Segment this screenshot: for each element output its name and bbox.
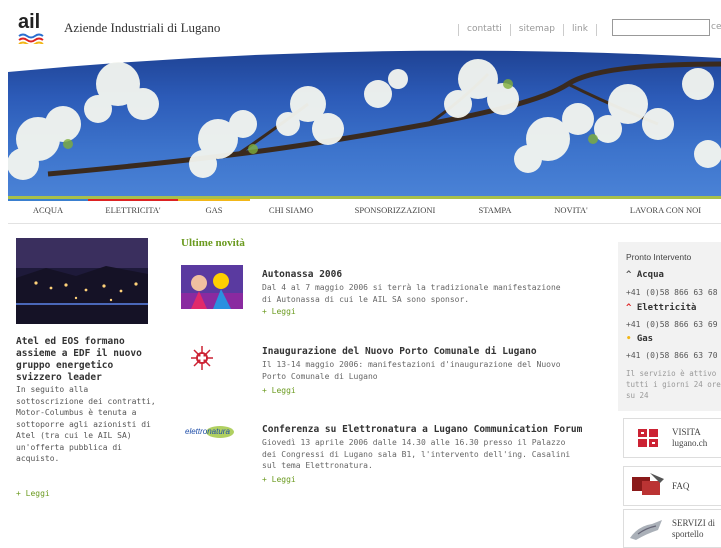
elettronatura-logo[interactable]: elettronatura [184,423,246,439]
news-body: Dal 4 al 7 maggio 2006 si terrà la tradi… [262,283,561,304]
link-sitemap[interactable]: sitemap [519,24,555,36]
faq-label: FAQ [672,481,690,491]
news-leggi-link[interactable]: + Leggi [262,307,296,316]
nav-elettricita-bar [88,199,178,201]
site-title: Aziende Industriali di Lugano [64,20,221,35]
news-title[interactable]: Autonassa 2006 [262,269,342,280]
search-input[interactable] [612,19,710,36]
service-gas: • Gas [626,334,653,344]
servizi-line2: sportello [672,529,704,539]
nav-acqua-label: ACQUA [32,205,64,215]
blossom-branch-image [8,44,721,180]
faq-icon [632,473,664,495]
autonassa-image [181,265,243,309]
nav-acqua[interactable]: ACQUA [8,199,88,223]
service-acqua: ^ Acqua [626,270,664,280]
news-title[interactable]: Conferenza su Elettronatura a Lugano Com… [262,424,582,435]
nav-stampa-label: STAMPA [478,205,512,215]
dam-photo-image [16,238,148,324]
service-note: Il servizio è attivo tutti i giorni 24 o… [626,369,721,400]
nav-sponsorizzazioni[interactable]: SPONSORIZZAZIONI [332,199,458,223]
news-leggi-link[interactable]: + Leggi [262,386,296,395]
nav-gas-bar [178,199,250,201]
lugano-shield-icon [638,429,658,447]
service-gas-phone: +41 (0)58 866 63 70 [626,351,718,360]
top-links: contatti sitemap link [450,24,605,36]
nav-acqua-bar [8,199,88,201]
logo-text: ail [18,11,41,33]
nav-novita-label: NOVITA' [554,205,588,215]
featured-news-title[interactable]: Atel ed EOS formano assieme a EDF il nuo… [16,336,156,384]
news-leggi-link[interactable]: + Leggi [262,475,296,484]
featured-news-body: In seguito alla sottoscrizione dei contr… [16,385,156,463]
nav-chi-siamo[interactable]: CHI SIAMO [250,199,332,223]
nav-lavora-con-noi[interactable]: LAVORA CON NOI [610,199,721,223]
search-button[interactable]: ce [711,22,721,32]
news-body: Il 13-14 maggio 2006: manifestazioni d'i… [262,360,561,381]
featured-news-photo[interactable] [16,238,148,324]
chevron-up-icon: ^ [626,303,632,313]
service-elettricita-label: Elettricità [636,303,697,313]
visita-lugano-line2: lugano.ch [672,438,708,448]
faq-link[interactable]: FAQ [623,466,721,506]
autonassa-photo[interactable] [181,265,243,309]
main-nav: ACQUA ELETTRICITA' GAS CHI SIAMO SPONSOR… [8,199,721,223]
nav-lavora-label: LAVORA CON NOI [629,205,702,215]
servizi-sportello-link[interactable]: SERVIZI di sportello [623,509,721,548]
service-elettricita: ^ Elettricità [626,303,696,313]
nav-chi-siamo-label: CHI SIAMO [268,205,314,215]
news-body: Giovedì 13 aprile 2006 dalle 14.30 alle … [262,438,571,470]
nav-elettricita-label: ELETTRICITA' [105,205,161,215]
visita-lugano-line1: VISITA [672,427,701,437]
lugano-emblem-graphic [191,346,213,370]
nav-stampa[interactable]: STAMPA [458,199,532,223]
elettronatura-logo-graphic: elettronatura [185,426,234,438]
section-title: Ultime novità [181,237,245,249]
lugano-emblem-icon[interactable] [191,346,213,370]
nav-sponsorizzazioni-label: SPONSORIZZAZIONI [354,205,436,215]
pronto-intervento-title: Pronto Intervento [626,252,692,262]
service-acqua-phone: +41 (0)58 866 63 68 [626,288,718,297]
link-contatti[interactable]: contatti [467,24,502,36]
visita-lugano-link[interactable]: VISITA lugano.ch [623,418,721,458]
nav-gas-label: GAS [205,205,223,215]
nav-gas[interactable]: GAS [178,199,250,223]
elettronatura-logo-text: elettronatura [185,427,230,436]
service-acqua-label: Acqua [636,270,664,280]
news-title[interactable]: Inaugurazione del Nuovo Porto Comunale d… [262,346,537,357]
service-elettricita-phone: +41 (0)58 866 63 69 [626,320,718,329]
link-link[interactable]: link [572,24,588,36]
servizi-line1: SERVIZI di [672,518,716,528]
service-gas-label: Gas [636,334,654,344]
hero-banner [8,44,721,196]
nav-divider [8,223,721,224]
nav-novita[interactable]: NOVITA' [532,199,610,223]
bullet-icon: • [626,334,632,344]
nav-elettricita[interactable]: ELETTRICITA' [88,199,178,223]
featured-news-leggi-link[interactable]: + Leggi [16,489,50,498]
sportello-icon [630,520,662,540]
chevron-up-icon: ^ [626,270,632,280]
